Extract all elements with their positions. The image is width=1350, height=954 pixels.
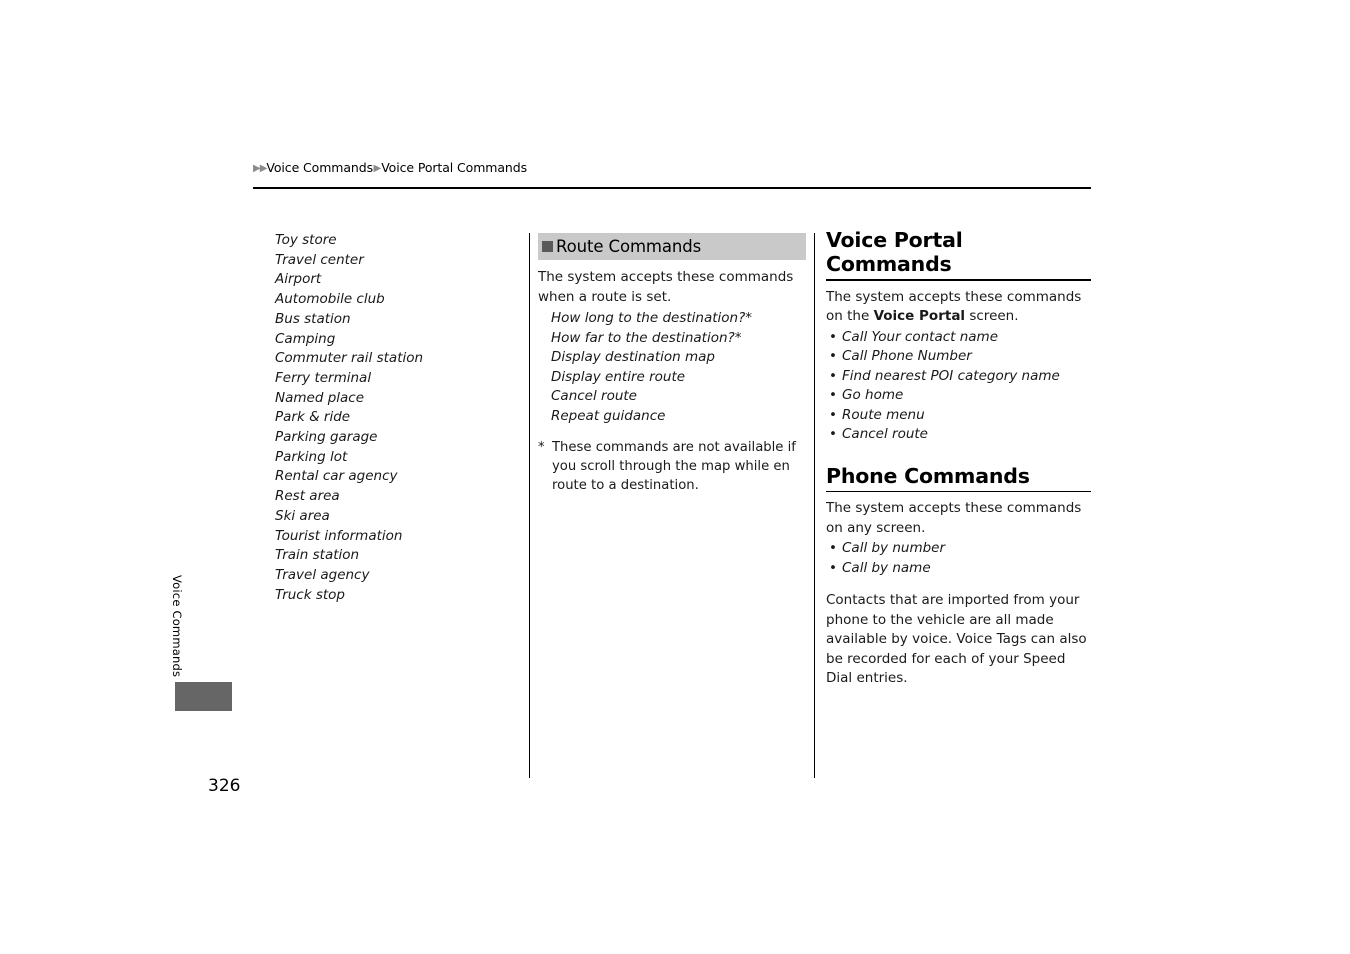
list-item-label: Call Phone Number (842, 348, 972, 364)
bullet-icon: • (829, 348, 837, 364)
page-number: 326 (208, 776, 241, 796)
list-item: • Find nearest POI category name (826, 367, 1091, 387)
voice-portal-intro-bold: Voice Portal (873, 308, 966, 324)
route-commands-header: Route Commands (538, 233, 806, 260)
list-item-label: Call by name (842, 559, 931, 576)
heading-rule (826, 279, 1091, 281)
list-item: Ferry terminal (275, 369, 372, 386)
bullet-icon: • (829, 559, 837, 576)
list-item-label: Call by number (842, 540, 946, 556)
list-item: Airport (275, 271, 322, 288)
list-item-label: Go home (842, 387, 904, 403)
voice-portal-commands-list: • Call Your contact name • Call Phone Nu… (826, 328, 1091, 445)
list-item: • Call by number (826, 539, 1091, 559)
square-bullet-icon (542, 241, 553, 252)
route-commands-intro: The system accepts these commands when a… (538, 269, 794, 305)
breadcrumb: ▶▶Voice Commands▶Voice Portal Commands (253, 160, 527, 175)
section-title: Route Commands (556, 237, 702, 256)
footnote-text: These commands are not available if you … (552, 439, 796, 494)
voice-portal-phone-column: Voice Portal Commands The system accepts… (826, 228, 1091, 689)
list-item-label: Call Your contact name (842, 328, 999, 345)
column-divider-1 (529, 233, 530, 778)
list-item: • Route menu (826, 406, 1091, 426)
side-tab-marker (175, 682, 232, 711)
breadcrumb-separator-icon: ▶ (373, 163, 382, 174)
list-item: Bus station (275, 310, 351, 327)
list-item: • Call by name (826, 559, 1091, 579)
list-item: Display entire route (551, 368, 686, 385)
footnote-marker: * (538, 439, 545, 455)
list-item: Tourist information (275, 527, 403, 544)
list-item: How long to the destination?* (551, 310, 753, 326)
bullet-icon: • (829, 540, 837, 556)
poi-category-list: Toy store Travel center Airport Automobi… (275, 231, 515, 605)
list-item: Automobile club (275, 291, 385, 308)
list-item-label: Find nearest POI category name (842, 367, 1060, 384)
list-item: Ski area (275, 507, 330, 524)
phone-commands-heading: Phone Commands (826, 463, 1030, 488)
voice-portal-intro-part2: screen. (965, 308, 1019, 324)
list-item: Rest area (275, 488, 340, 505)
voice-portal-intro: The system accepts these commands on the… (826, 288, 1091, 327)
list-item: • Go home (826, 386, 1091, 406)
bullet-icon: • (829, 406, 837, 423)
list-item: • Call Your contact name (826, 328, 1091, 348)
route-commands-list: How long to the destination?* How far to… (538, 309, 806, 427)
list-item: Park & ride (275, 409, 351, 426)
list-item-label: Route menu (842, 406, 925, 423)
list-item: Commuter rail station (275, 350, 424, 367)
list-item: Display destination map (551, 349, 715, 366)
route-commands-column: Route Commands The system accepts these … (538, 233, 806, 495)
breadcrumb-level-2[interactable]: Voice Portal Commands (381, 160, 527, 175)
list-item: Toy store (275, 232, 337, 248)
list-item: Cancel route (551, 388, 637, 405)
list-item: Travel agency (275, 566, 370, 583)
bullet-icon: • (829, 367, 837, 384)
phone-commands-note: Contacts that are imported from your pho… (826, 592, 1087, 686)
bullet-icon: • (829, 387, 837, 403)
breadcrumb-level-1[interactable]: Voice Commands (266, 160, 373, 175)
list-item: How far to the destination?* (551, 329, 742, 346)
breadcrumb-marker-icon: ▶▶ (253, 163, 267, 174)
heading-rule (826, 490, 1091, 492)
list-item: • Call Phone Number (826, 347, 1091, 367)
phone-commands-intro: The system accepts these commands on any… (826, 500, 1082, 536)
manual-page: ▶▶Voice Commands▶Voice Portal Commands V… (0, 0, 1350, 954)
phone-commands-list: • Call by number • Call by name (826, 539, 1091, 578)
list-item: Travel center (275, 251, 364, 268)
list-item: Parking lot (275, 448, 348, 465)
header-rule (253, 187, 1091, 189)
list-item: Train station (275, 547, 360, 564)
list-item: Camping (275, 330, 336, 347)
column-divider-2 (814, 233, 815, 778)
list-item-label: Cancel route (842, 426, 928, 442)
list-item: • Cancel route (826, 425, 1091, 445)
list-item: Rental car agency (275, 468, 398, 485)
list-item: Parking garage (275, 429, 378, 446)
route-commands-footnote: * These commands are not available if yo… (538, 438, 806, 496)
voice-portal-commands-heading: Voice Portal Commands (826, 228, 963, 276)
bullet-icon: • (829, 426, 837, 442)
bullet-icon: • (829, 328, 837, 345)
list-item: Repeat guidance (551, 407, 666, 424)
list-item: Named place (275, 389, 365, 406)
list-item: Truck stop (275, 586, 345, 603)
